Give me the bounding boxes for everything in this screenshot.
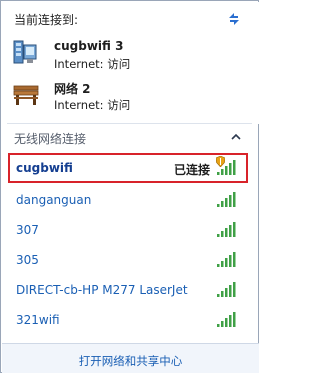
signal-strength-icon [217,222,236,237]
collapse-chevron-icon[interactable] [231,133,241,141]
wireless-item-name: 307 [16,223,39,237]
wireless-section-header[interactable]: 无线网络连接 [2,125,259,149]
network-building-icon [13,40,37,64]
section-divider [7,123,252,124]
wireless-item-321wifi[interactable]: 321wifi [8,305,248,335]
wireless-item-name: cugbwifi [16,161,73,175]
signal-strength-icon [217,312,236,327]
wireless-item-name: danganguan [16,193,92,207]
wireless-section-title: 无线网络连接 [14,132,87,146]
connected-network-1: cugbwifi 3 Internet: 访问 [12,37,242,75]
connection-status-label: 已连接 [173,163,210,177]
wireless-item-305[interactable]: 305 [8,245,248,275]
wireless-item-name: 321wifi [16,313,60,327]
connected-network-1-name: cugbwifi 3 [54,39,124,53]
current-connection-section: 当前连接到: cugbwifi 3 Internet: 访问 网络 2 Inte… [2,2,259,124]
wireless-item-name: DIRECT-cb-HP M277 LaserJet [16,283,188,297]
open-network-sharing-center-link[interactable]: 打开网络和共享中心 [2,353,259,369]
security-shield-icon [216,156,225,167]
connected-network-2-status: Internet: 访问 [54,98,131,112]
wireless-item-danganguan[interactable]: danganguan [8,185,248,215]
signal-strength-icon [217,282,236,297]
connected-network-2-name: 网络 2 [54,82,91,96]
signal-strength-icon [217,252,236,267]
wireless-item-direct-hp[interactable]: DIRECT-cb-HP M277 LaserJet [8,275,248,305]
wireless-item-307[interactable]: 307 [8,215,248,245]
signal-strength-icon [217,192,236,207]
network-flyout: 当前连接到: cugbwifi 3 Internet: 访问 网络 2 Inte… [0,0,259,373]
refresh-networks-icon[interactable] [225,10,243,28]
connected-network-1-status: Internet: 访问 [54,57,131,71]
flyout-footer: 打开网络和共享中心 [2,343,259,373]
bench-network-icon [13,85,39,105]
wireless-item-name: 305 [16,253,39,267]
list-scrollbar[interactable] [251,151,255,337]
current-connection-title: 当前连接到: [14,13,79,27]
wireless-item-cugbwifi[interactable]: cugbwifi 已连接 [8,153,248,183]
wireless-network-list: cugbwifi 已连接 danganguan 307 305 DIRECT-c… [2,151,259,339]
connected-network-2: 网络 2 Internet: 访问 [12,78,242,116]
